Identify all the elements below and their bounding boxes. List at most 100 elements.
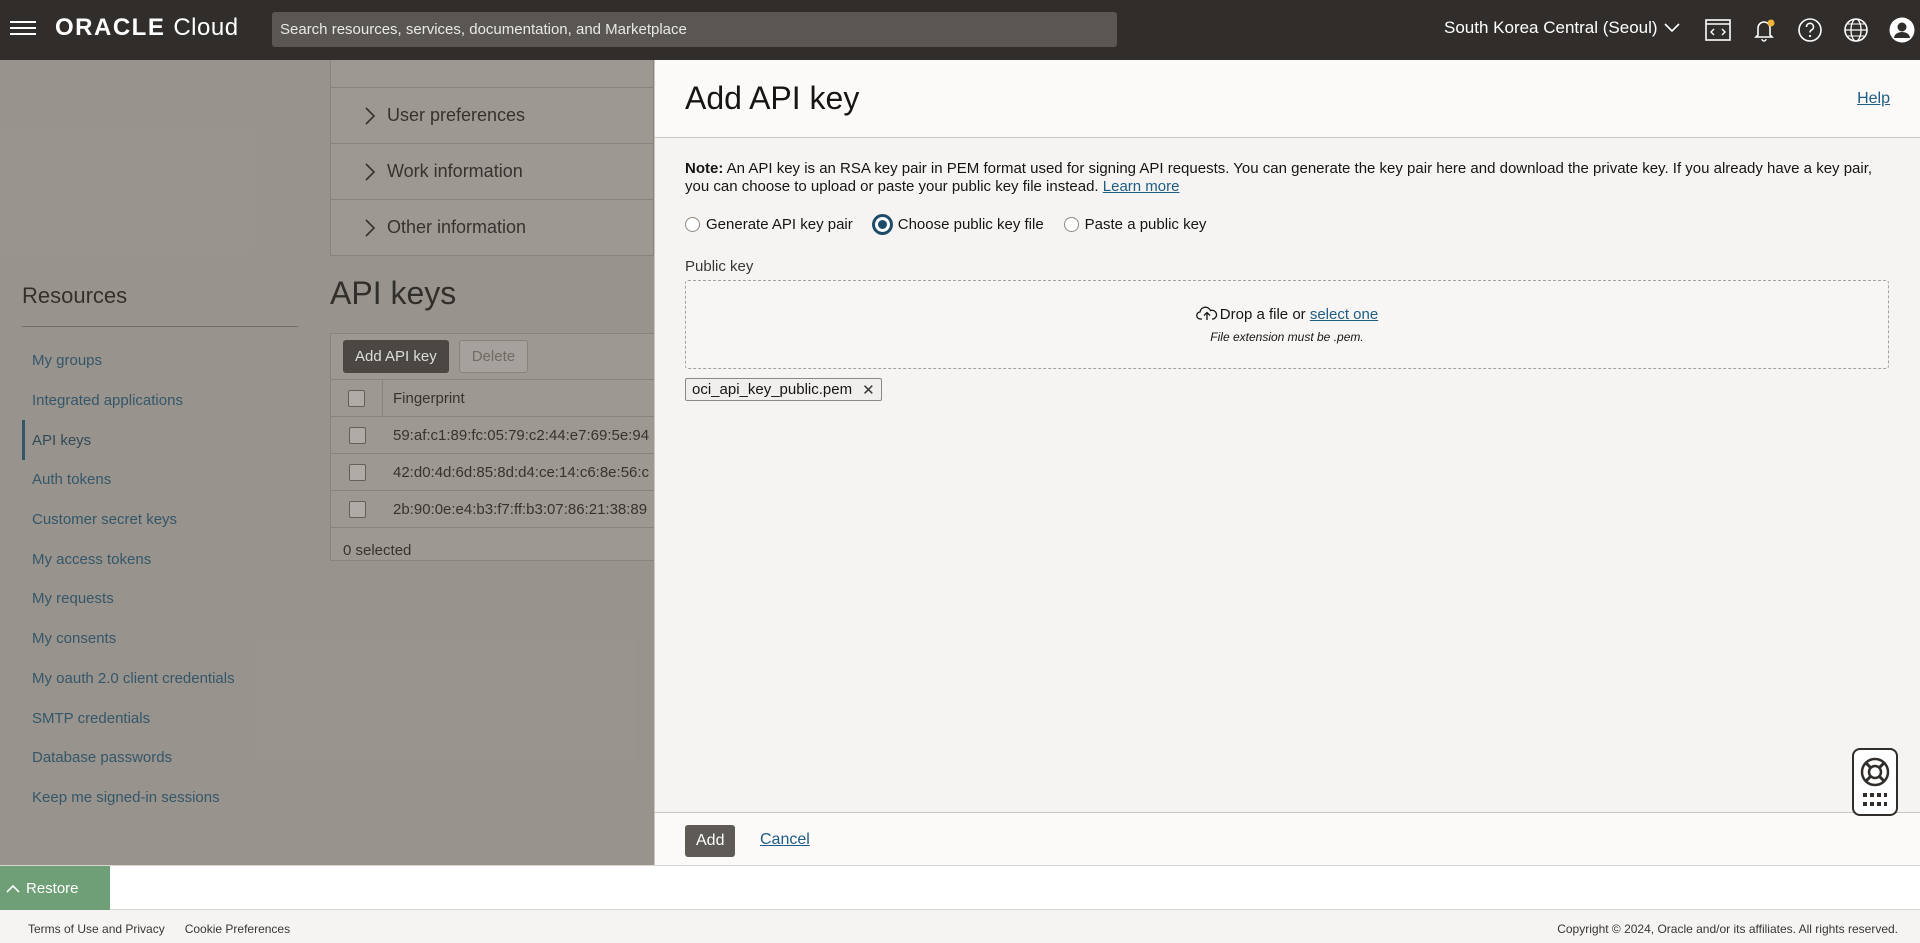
- cloud-shell-icon[interactable]: [1700, 12, 1736, 48]
- background-page: User preferences Work information Other …: [0, 60, 654, 865]
- resource-link-auth-tokens[interactable]: Auth tokens: [22, 460, 302, 500]
- panel-header: Add API key Help: [655, 60, 1920, 138]
- notifications-bell-icon[interactable]: [1746, 12, 1782, 48]
- learn-more-link[interactable]: Learn more: [1103, 178, 1180, 195]
- row-checkbox[interactable]: [348, 426, 366, 444]
- remove-file-close-icon[interactable]: ✕: [862, 381, 875, 399]
- add-button[interactable]: Add: [685, 825, 736, 857]
- panel-title: Add API key: [685, 80, 860, 116]
- resource-link-signed-in-sessions[interactable]: Keep me signed-in sessions: [22, 778, 302, 818]
- accordion-label: User preferences: [387, 105, 526, 125]
- top-bar: ORACLE Cloud Search resources, services,…: [0, 0, 1920, 60]
- oracle-cloud-logo[interactable]: ORACLE Cloud: [55, 14, 239, 42]
- drop-zone-text: Drop a file or select one: [686, 305, 1888, 323]
- user-profile-icon[interactable]: [1884, 12, 1920, 48]
- help-icon[interactable]: [1792, 12, 1828, 48]
- search-input[interactable]: Search resources, services, documentatio…: [272, 12, 1117, 47]
- radio-button[interactable]: [1063, 217, 1079, 232]
- region-label: South Korea Central (Seoul): [1444, 18, 1658, 37]
- restore-button[interactable]: Restore: [0, 866, 110, 911]
- radio-paste-public-key[interactable]: Paste a public key: [1063, 216, 1207, 233]
- radio-label: Generate API key pair: [706, 216, 853, 233]
- radio-label: Choose public key file: [897, 216, 1044, 233]
- chevron-down-icon: [1663, 23, 1680, 33]
- row-checkbox[interactable]: [348, 500, 366, 518]
- resource-link-customer-secret-keys[interactable]: Customer secret keys: [22, 500, 302, 540]
- table-row: 42:d0:4d:6d:85:8d:d4:ce:14:c6:8e:56:c: [331, 453, 654, 490]
- table-row: 59:af:c1:89:fc:05:79:c2:44:e7:69:5e:94: [331, 416, 654, 453]
- user-details-accordion: User preferences Work information Other …: [330, 60, 654, 256]
- resources-nav: My groups Integrated applications API ke…: [22, 341, 302, 817]
- resources-title: Resources: [22, 283, 128, 308]
- logo-cloud-text: Cloud: [173, 14, 239, 41]
- accordion-label: Other information: [387, 217, 527, 237]
- fingerprint-column-header[interactable]: Fingerprint: [383, 390, 465, 407]
- accordion-item-collapsed-top: [330, 60, 654, 88]
- select-file-link[interactable]: select one: [1310, 306, 1378, 323]
- copyright-text: Copyright © 2024, Oracle and/or its affi…: [1557, 922, 1898, 936]
- note-label: Note:: [685, 160, 724, 177]
- life-ring-icon: [1860, 757, 1890, 787]
- file-name: oci_api_key_public.pem: [692, 381, 853, 398]
- selected-file-chip: oci_api_key_public.pem ✕: [685, 378, 882, 401]
- cookie-preferences-link[interactable]: Cookie Preferences: [185, 922, 290, 936]
- select-all-checkbox[interactable]: [348, 389, 365, 407]
- resource-link-my-consents[interactable]: My consents: [22, 619, 302, 659]
- terms-link[interactable]: Terms of Use and Privacy: [28, 922, 165, 936]
- help-link[interactable]: Help: [1857, 90, 1890, 108]
- cancel-button[interactable]: Cancel: [760, 831, 810, 849]
- resource-link-my-groups[interactable]: My groups: [22, 341, 302, 381]
- radio-button-selected[interactable]: [872, 215, 892, 234]
- file-drop-zone[interactable]: Drop a file or select one File extension…: [685, 280, 1889, 369]
- resource-link-my-requests[interactable]: My requests: [22, 579, 302, 619]
- key-source-radio-group: Generate API key pair Choose public key …: [685, 215, 1222, 234]
- resource-link-database-passwords[interactable]: Database passwords: [22, 738, 302, 778]
- api-keys-table: Add API key Delete Fingerprint 59:af:c1:…: [330, 333, 654, 561]
- resource-link-integrated-applications[interactable]: Integrated applications: [22, 381, 302, 421]
- chevron-right-icon: [365, 106, 376, 125]
- radio-generate-key-pair[interactable]: Generate API key pair: [685, 216, 853, 233]
- table-toolbar: Add API key Delete: [331, 334, 654, 379]
- language-globe-icon[interactable]: [1838, 12, 1874, 48]
- chevron-right-icon: [365, 218, 376, 237]
- radio-button[interactable]: [685, 217, 700, 232]
- table-header: Fingerprint: [331, 379, 654, 416]
- drop-text: Drop a file or: [1219, 306, 1310, 323]
- table-row: 2b:90:0e:e4:b3:f7:ff:b3:07:86:21:38:89: [331, 490, 654, 527]
- page-footer: Terms of Use and Privacy Cookie Preferen…: [0, 910, 1920, 943]
- api-keys-heading: API keys: [330, 275, 457, 311]
- accordion-item-other-information[interactable]: Other information: [330, 200, 654, 256]
- fingerprint-cell: 2b:90:0e:e4:b3:f7:ff:b3:07:86:21:38:89: [393, 500, 648, 518]
- resource-link-my-access-tokens[interactable]: My access tokens: [22, 539, 302, 579]
- restore-bar: Restore: [0, 865, 1920, 911]
- selected-count: 0 selected: [331, 527, 654, 572]
- region-selector[interactable]: South Korea Central (Seoul): [1444, 18, 1680, 38]
- add-api-key-button[interactable]: Add API key: [343, 340, 449, 373]
- menu-icon[interactable]: [10, 17, 36, 41]
- fingerprint-cell: 42:d0:4d:6d:85:8d:d4:ce:14:c6:8e:56:c: [393, 463, 650, 481]
- logo-oracle-text: ORACLE: [55, 14, 166, 41]
- resource-link-oauth-client-credentials[interactable]: My oauth 2.0 client credentials: [22, 659, 302, 699]
- file-extension-hint: File extension must be .pem.: [1210, 330, 1364, 344]
- add-api-key-panel: Add API key Help Note: An API key is an …: [654, 60, 1920, 865]
- note-text: An API key is an RSA key pair in PEM for…: [685, 160, 1873, 195]
- restore-label: Restore: [26, 880, 79, 897]
- accordion-item-work-information[interactable]: Work information: [330, 144, 654, 200]
- radio-label: Paste a public key: [1084, 216, 1207, 233]
- accordion-item-user-preferences[interactable]: User preferences: [330, 88, 654, 144]
- api-key-note: Note: An API key is an RSA key pair in P…: [685, 160, 1895, 196]
- fingerprint-cell: 59:af:c1:89:fc:05:79:c2:44:e7:69:5e:94: [393, 426, 650, 444]
- panel-footer: Add Cancel: [655, 812, 1920, 865]
- row-checkbox[interactable]: [348, 463, 366, 481]
- resource-link-api-keys[interactable]: API keys: [22, 420, 302, 461]
- chevron-right-icon: [365, 162, 376, 181]
- chevron-up-icon: [6, 884, 20, 893]
- radio-choose-public-key-file[interactable]: Choose public key file: [872, 215, 1044, 234]
- cloud-upload-icon: [1195, 306, 1217, 320]
- resource-link-smtp-credentials[interactable]: SMTP credentials: [22, 698, 302, 738]
- accordion-label: Work information: [387, 161, 523, 181]
- public-key-label: Public key: [685, 258, 754, 275]
- delete-button[interactable]: Delete: [458, 340, 529, 373]
- divider: [22, 326, 298, 327]
- help-widget[interactable]: [1852, 748, 1898, 816]
